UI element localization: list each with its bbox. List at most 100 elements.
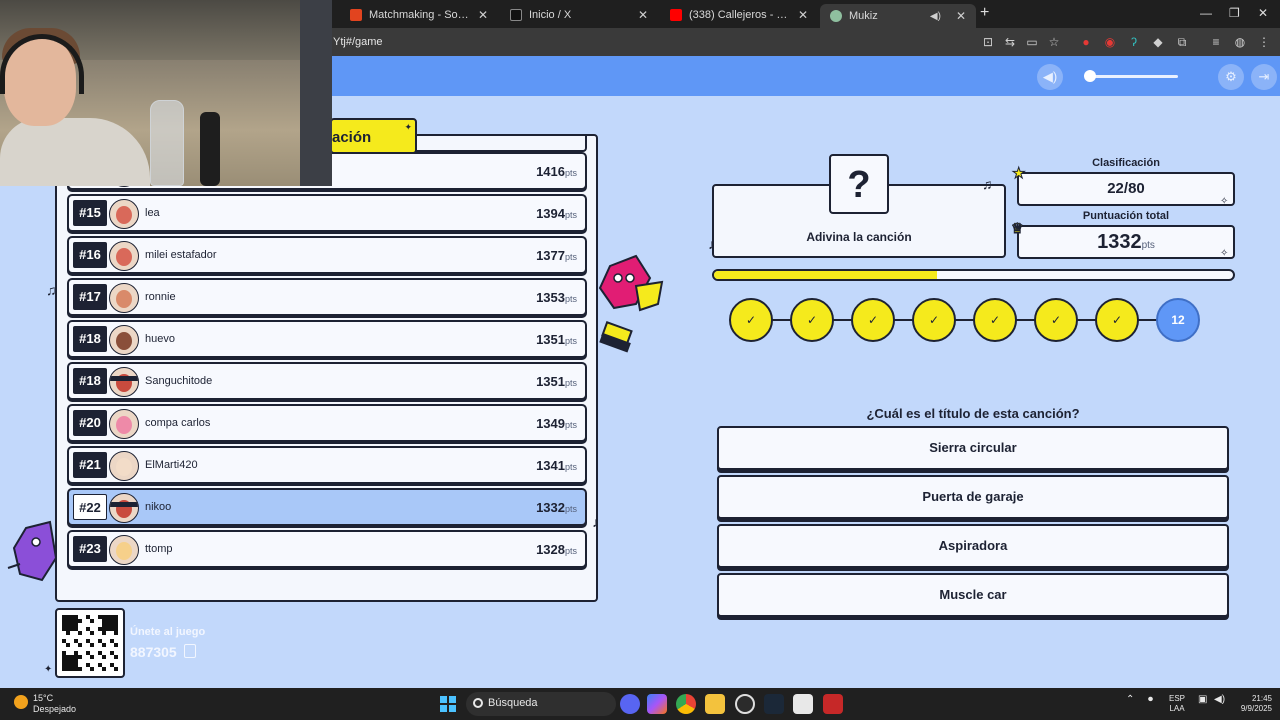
answer-option-button[interactable]: Muscle car bbox=[717, 573, 1229, 617]
star-decoration-icon: ✦ bbox=[404, 122, 412, 132]
windows-taskbar: 15°C Despejado Búsqueda ⌃ ⏺ ESP LAA ▣ ◀)… bbox=[0, 688, 1280, 720]
round-progress-fill bbox=[714, 271, 938, 279]
install-app-icon[interactable]: ⊡ bbox=[980, 34, 996, 50]
answer-option-button[interactable]: Sierra circular bbox=[717, 426, 1229, 470]
profile-icon[interactable]: ◍ bbox=[1232, 34, 1248, 50]
player-rank: #17 bbox=[73, 284, 107, 310]
player-rank: #18 bbox=[73, 368, 107, 394]
leaderboard-title: ación bbox=[332, 129, 372, 146]
completed-round-check-icon: ✓ bbox=[790, 298, 834, 342]
leaderboard-row: #17 ronnie 1353pts bbox=[67, 278, 587, 316]
round-progress-bar bbox=[712, 269, 1235, 281]
answer-option-button[interactable]: Puerta de garaje bbox=[717, 475, 1229, 519]
card-icon[interactable]: ▭ bbox=[1024, 34, 1040, 50]
copy-code-icon[interactable] bbox=[184, 644, 196, 658]
player-avatar bbox=[109, 409, 139, 439]
unknown-song-mark: ? bbox=[829, 154, 889, 214]
keyboard-layout: LAA bbox=[1169, 704, 1185, 713]
player-name: ElMarti420 bbox=[145, 459, 198, 471]
browser-tab-2[interactable]: Inicio / X ✕ bbox=[500, 4, 658, 26]
player-avatar bbox=[109, 283, 139, 313]
volume-icon[interactable]: ◀) bbox=[1037, 64, 1063, 90]
player-points: 1328pts bbox=[536, 542, 577, 557]
purple-mascot-decoration bbox=[7, 520, 58, 582]
weather-temperature: 15°C bbox=[33, 693, 54, 703]
completed-round-check-icon: ✓ bbox=[1095, 298, 1139, 342]
riot-app-icon[interactable] bbox=[823, 694, 843, 714]
reading-list-icon[interactable]: ≡ bbox=[1208, 34, 1224, 50]
extension-3-icon[interactable]: ʔ bbox=[1126, 34, 1142, 50]
obs-app-icon[interactable] bbox=[735, 694, 755, 714]
player-name: nikoo bbox=[145, 501, 172, 513]
music-note-decoration-icon: ♫ bbox=[46, 282, 57, 298]
speaker-icon[interactable]: ◀) bbox=[1214, 694, 1225, 705]
completed-round-check-icon: ✓ bbox=[912, 298, 956, 342]
volume-slider-handle[interactable] bbox=[1084, 70, 1096, 82]
leaderboard-row-current-player: #22 nikoo 1332pts bbox=[67, 488, 587, 526]
player-rank: #20 bbox=[73, 410, 107, 436]
taskbar-search[interactable]: Búsqueda bbox=[466, 692, 616, 716]
leaderboard-row: #18 Sanguchitode 1351pts bbox=[67, 362, 587, 400]
copilot-app-icon[interactable] bbox=[647, 694, 667, 714]
microphone-icon[interactable]: ⏺ bbox=[1148, 694, 1153, 705]
browser-tab-4-active[interactable]: Mukiz ◀) ✕ bbox=[820, 4, 976, 28]
leaderboard-row: #15 lea 1394pts bbox=[67, 194, 587, 232]
sparkle-decoration-icon: ✧ bbox=[1220, 248, 1229, 259]
extension-1-icon[interactable]: ● bbox=[1078, 34, 1094, 50]
minimize-icon[interactable]: — bbox=[1200, 6, 1212, 20]
app-icon[interactable] bbox=[793, 694, 813, 714]
system-clock[interactable]: 21:45 9/9/2025 bbox=[1232, 694, 1272, 714]
music-note-decoration-icon: ♪ bbox=[708, 236, 715, 252]
restore-icon[interactable]: ❐ bbox=[1229, 6, 1240, 20]
start-windows-icon[interactable] bbox=[440, 696, 456, 712]
clock-date: 9/9/2025 bbox=[1240, 704, 1272, 713]
leaderboard-row: #16 milei estafador 1377pts bbox=[67, 236, 587, 274]
player-points: 1353pts bbox=[536, 290, 577, 305]
player-points: 1394pts bbox=[536, 206, 577, 221]
exit-game-icon[interactable]: ⇥ bbox=[1251, 64, 1277, 90]
url-field[interactable]: Ytj#/game bbox=[333, 36, 383, 48]
network-icon[interactable]: ▣ bbox=[1198, 694, 1207, 705]
tab-title: Mukiz bbox=[849, 10, 878, 22]
tab-close-icon[interactable]: ✕ bbox=[478, 8, 488, 22]
language-code: ESP bbox=[1169, 694, 1186, 703]
ranking-label: Clasificación bbox=[1092, 157, 1160, 169]
player-avatar bbox=[109, 199, 139, 229]
player-name: ttomp bbox=[145, 543, 173, 555]
tab-close-icon[interactable]: ✕ bbox=[638, 8, 648, 22]
tray-chevron-icon[interactable]: ⌃ bbox=[1126, 694, 1134, 705]
extension-2-icon[interactable]: ◉ bbox=[1102, 34, 1118, 50]
completed-round-check-icon: ✓ bbox=[1034, 298, 1078, 342]
new-tab-icon[interactable]: + bbox=[980, 4, 989, 22]
bookmark-star-icon[interactable]: ☆ bbox=[1046, 34, 1062, 50]
close-window-icon[interactable]: ✕ bbox=[1258, 6, 1268, 20]
answer-option-button[interactable]: Aspiradora bbox=[717, 524, 1229, 568]
player-avatar bbox=[109, 493, 139, 523]
total-score-unit: pts bbox=[1141, 240, 1155, 251]
steam-app-icon[interactable] bbox=[764, 694, 784, 714]
tab-audio-icon[interactable]: ◀) bbox=[930, 11, 941, 22]
tab-title: Inicio / X bbox=[529, 9, 572, 21]
player-points: 1416pts bbox=[536, 164, 577, 179]
browser-tab-1[interactable]: Matchmaking - South America ✕ bbox=[340, 4, 498, 26]
tab-close-icon[interactable]: ✕ bbox=[956, 9, 966, 23]
translate-icon[interactable]: ⇆ bbox=[1002, 34, 1018, 50]
player-name: compa carlos bbox=[145, 417, 211, 429]
search-icon bbox=[473, 698, 483, 708]
extensions-puzzle-icon[interactable]: ⧉ bbox=[1174, 34, 1190, 50]
leaderboard-row: #21 ElMarti420 1341pts bbox=[67, 446, 587, 484]
browser-tab-3[interactable]: (338) Callejeros - Sería una Pen ✕ bbox=[660, 4, 818, 26]
question-text: ¿Cuál es el título de esta canción? bbox=[866, 406, 1080, 421]
song-card-label: Adivina la canción bbox=[806, 230, 912, 244]
chrome-app-icon[interactable] bbox=[676, 694, 696, 714]
menu-kebab-icon[interactable]: ⋮ bbox=[1256, 34, 1272, 50]
tab-close-icon[interactable]: ✕ bbox=[798, 8, 808, 22]
tab-favicon-icon bbox=[510, 9, 522, 21]
clock-time: 21:45 bbox=[1251, 694, 1272, 703]
discord-app-icon[interactable] bbox=[620, 694, 640, 714]
volume-slider[interactable] bbox=[1088, 75, 1178, 78]
settings-gear-icon[interactable]: ⚙ bbox=[1218, 64, 1244, 90]
extension-4-icon[interactable]: ◆ bbox=[1150, 34, 1166, 50]
input-language[interactable]: ESP LAA bbox=[1169, 694, 1185, 714]
file-explorer-app-icon[interactable] bbox=[705, 694, 725, 714]
